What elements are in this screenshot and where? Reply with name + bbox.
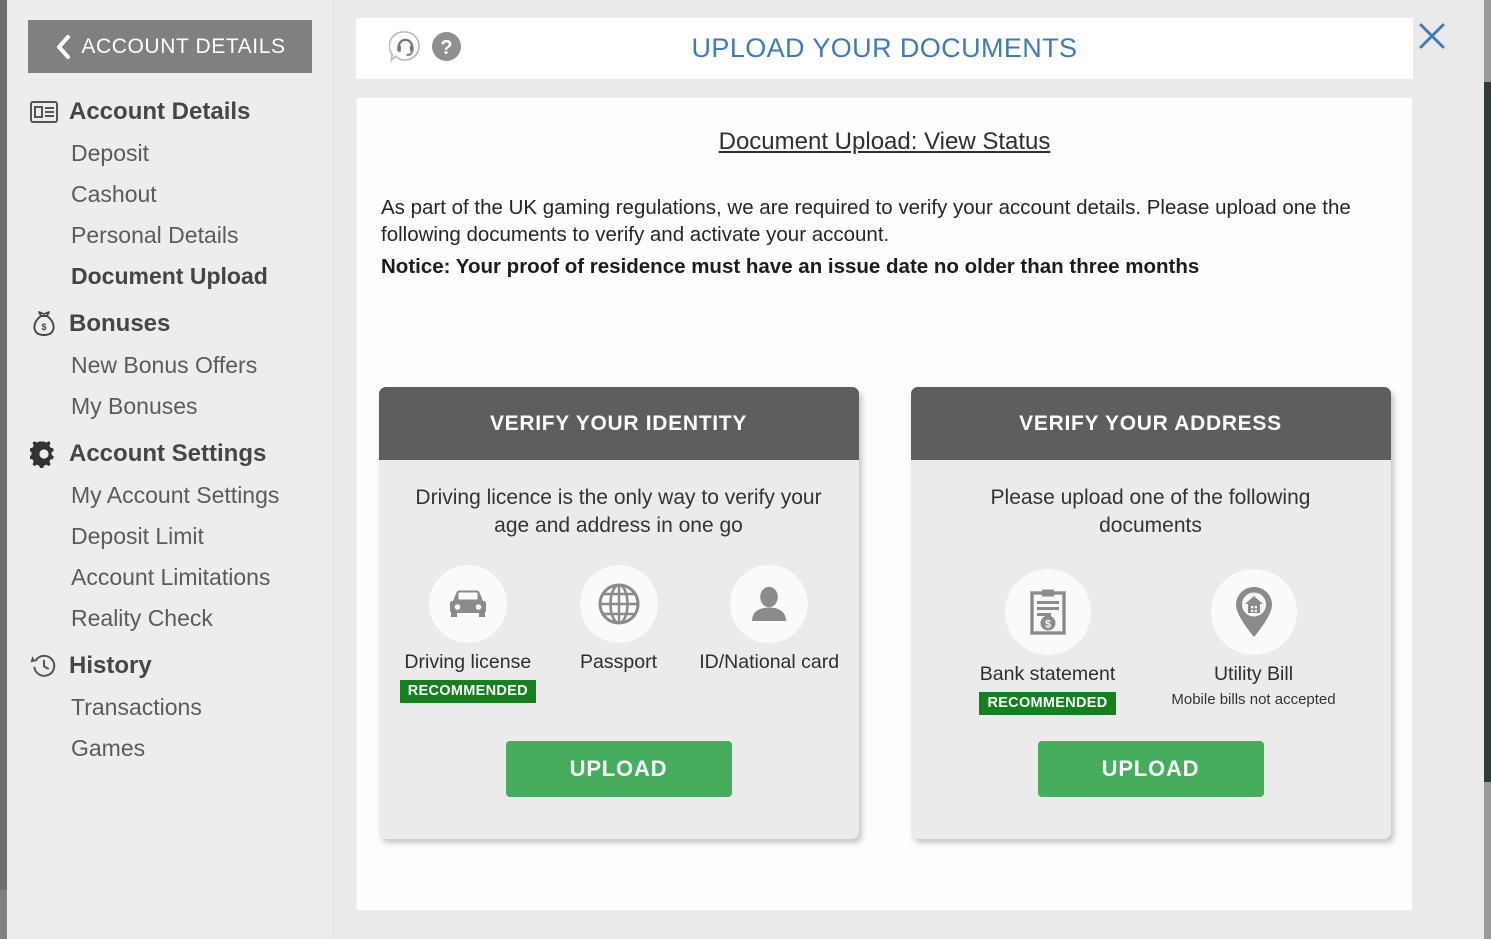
svg-text:$: $ xyxy=(41,322,46,332)
car-icon xyxy=(428,565,507,644)
option-utility-bill[interactable]: Utility Bill Mobile bills not accepted xyxy=(1151,569,1357,708)
nav-group-history: History Transactions Games xyxy=(7,645,333,769)
sidebar-item-deposit-limit[interactable]: Deposit Limit xyxy=(7,516,333,557)
sidebar-item-document-upload[interactable]: Document Upload xyxy=(7,256,333,297)
sidebar-nav: Account Details Deposit Cashout Personal… xyxy=(7,91,333,769)
sidebar-item-new-bonus-offers[interactable]: New Bonus Offers xyxy=(7,345,333,386)
verify-address-card: VERIFY YOUR ADDRESS Please upload one of… xyxy=(910,387,1391,840)
header-icon-group: ? xyxy=(388,30,462,68)
option-label: Passport xyxy=(580,651,657,674)
sidebar-group-label: Account Details xyxy=(69,98,251,125)
verify-identity-card: VERIFY YOUR IDENTITY Driving licence is … xyxy=(378,387,859,840)
gear-icon xyxy=(29,439,59,469)
sidebar-item-account-limitations[interactable]: Account Limitations xyxy=(7,557,333,598)
page-scrollbar-left-thumb[interactable] xyxy=(0,0,7,890)
sidebar-item-games[interactable]: Games xyxy=(7,728,333,769)
headset-support-icon[interactable] xyxy=(388,30,422,68)
option-bank-statement[interactable]: $ Bank statement RECOMMENDED xyxy=(945,569,1151,716)
option-label: Utility Bill xyxy=(1213,663,1294,686)
option-label: Bank statement xyxy=(979,663,1116,686)
option-label: ID/National card xyxy=(699,651,840,674)
recommended-badge: RECOMMENDED xyxy=(979,692,1116,716)
verification-cards: VERIFY YOUR IDENTITY Driving licence is … xyxy=(357,387,1412,840)
sidebar-back-label: ACCOUNT DETAILS xyxy=(81,34,286,58)
history-clock-icon xyxy=(29,651,59,681)
verify-address-title: VERIFY YOUR ADDRESS xyxy=(910,387,1391,460)
page-scrollbar-left[interactable] xyxy=(0,0,7,939)
content-panel: Document Upload: View Status As part of … xyxy=(356,97,1413,911)
sidebar-group-label: Bonuses xyxy=(69,310,171,337)
option-driving-license[interactable]: Driving license RECOMMENDED xyxy=(393,565,544,704)
svg-text:$: $ xyxy=(1044,619,1050,631)
option-id-national-card[interactable]: ID/National card xyxy=(694,565,845,674)
document-upload-status-link[interactable]: Document Upload: View Status xyxy=(357,128,1412,156)
address-options: $ Bank statement RECOMMENDED Utility Bil… xyxy=(911,569,1391,716)
sidebar-item-my-account-settings[interactable]: My Account Settings xyxy=(7,475,333,516)
sidebar-group-account-settings[interactable]: Account Settings xyxy=(7,433,333,475)
sidebar-group-history[interactable]: History xyxy=(7,645,333,687)
person-icon xyxy=(730,565,809,644)
option-label: Driving license xyxy=(404,651,532,674)
sidebar-back-header[interactable]: ACCOUNT DETAILS xyxy=(28,20,312,73)
globe-icon xyxy=(579,565,658,644)
clipboard-dollar-icon: $ xyxy=(1004,569,1091,656)
page-scrollbar-right-thumb[interactable] xyxy=(1484,82,1491,782)
sidebar-item-deposit[interactable]: Deposit xyxy=(7,133,333,174)
nav-group-account-settings: Account Settings My Account Settings Dep… xyxy=(7,433,333,639)
address-upload-button[interactable]: UPLOAD xyxy=(1037,741,1264,798)
question-mark-help-icon[interactable]: ? xyxy=(431,31,462,67)
recommended-badge: RECOMMENDED xyxy=(399,680,536,704)
option-passport[interactable]: Passport xyxy=(543,565,694,674)
verify-address-subtitle: Please upload one of the following docum… xyxy=(990,486,1311,537)
map-pin-house-icon xyxy=(1210,569,1297,656)
address-upload-wrap: UPLOAD xyxy=(911,715,1391,839)
app-root: ACCOUNT DETAILS Account Details Deposit … xyxy=(0,0,1491,939)
sidebar-group-label: History xyxy=(69,652,152,679)
id-card-icon xyxy=(29,97,59,127)
identity-upload-wrap: UPLOAD xyxy=(379,715,859,839)
sidebar-group-label: Account Settings xyxy=(69,440,267,467)
sidebar-item-cashout[interactable]: Cashout xyxy=(7,174,333,215)
nav-group-account-details: Account Details Deposit Cashout Personal… xyxy=(7,91,333,297)
sidebar-item-personal-details[interactable]: Personal Details xyxy=(7,215,333,256)
sidebar-group-bonuses[interactable]: $ Bonuses xyxy=(7,303,333,345)
identity-card-spacer xyxy=(379,703,859,715)
close-x-icon[interactable] xyxy=(1418,22,1446,50)
intro-text: As part of the UK gaming regulations, we… xyxy=(381,196,1351,247)
modal-header: ? UPLOAD YOUR DOCUMENTS xyxy=(356,18,1413,79)
sidebar: ACCOUNT DETAILS Account Details Deposit … xyxy=(7,0,334,939)
sidebar-item-reality-check[interactable]: Reality Check xyxy=(7,598,333,639)
page-title: UPLOAD YOUR DOCUMENTS xyxy=(691,33,1078,63)
sidebar-item-transactions[interactable]: Transactions xyxy=(7,687,333,728)
page-scrollbar-right[interactable] xyxy=(1484,0,1491,939)
notice-text: Notice: Your proof of residence must hav… xyxy=(381,254,1200,278)
money-bag-icon: $ xyxy=(29,309,59,339)
identity-options: Driving license RECOMMENDED Passport ID/… xyxy=(379,565,859,704)
sidebar-item-my-bonuses[interactable]: My Bonuses xyxy=(7,386,333,427)
svg-text:?: ? xyxy=(440,37,452,59)
nav-group-bonuses: $ Bonuses New Bonus Offers My Bonuses xyxy=(7,303,333,427)
verify-identity-title: VERIFY YOUR IDENTITY xyxy=(378,387,859,460)
verify-identity-subtitle: Driving licence is the only way to verif… xyxy=(415,486,822,537)
sidebar-group-account-details[interactable]: Account Details xyxy=(7,91,333,133)
identity-upload-button[interactable]: UPLOAD xyxy=(505,741,732,798)
chevron-left-icon xyxy=(54,34,71,59)
option-note: Mobile bills not accepted xyxy=(1171,691,1336,709)
